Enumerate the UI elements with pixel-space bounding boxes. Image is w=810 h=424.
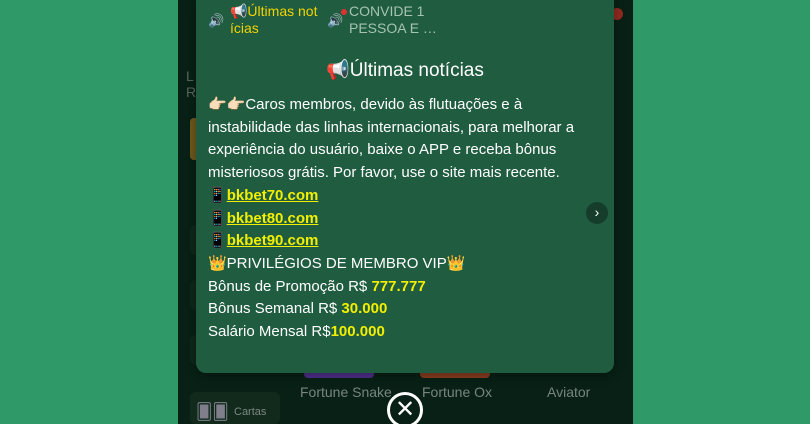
news-modal: 🔊 📢Últimas not ícias 🔊 CONVIDE 1 PESSOA … [196, 0, 614, 373]
news-intro: 👉🏻👉🏻Caros membros, devido às flutuações … [208, 96, 575, 182]
link-bkbet80[interactable]: bkbet80.com [227, 210, 319, 227]
bonus-value: 777.777 [371, 277, 426, 295]
news-body: 👉🏻👉🏻Caros membros, devido às flutuações … [208, 94, 602, 344]
next-arrow-button[interactable]: › [586, 202, 608, 224]
bonus-label: Bônus Semanal R$ [208, 300, 342, 318]
bonus-label: Salário Mensal R$ [208, 323, 331, 341]
link-row: 📱bkbet80.com [208, 208, 602, 231]
speaker-icon: 🔊 [208, 13, 225, 28]
tab-label: CONVIDE 1 PESSOA E … [349, 3, 437, 37]
tab-label-line1: 📢Últimas not [230, 3, 318, 19]
link-bkbet90[interactable]: bkbet90.com [227, 232, 319, 249]
vip-heading: 👑PRIVILÉGIOS DE MEMBRO VIP👑 [208, 254, 466, 272]
tab-label: 📢Últimas not ícias [230, 3, 317, 37]
modal-tabs: 🔊 📢Últimas not ícias 🔊 CONVIDE 1 PESSOA … [196, 0, 614, 44]
close-button[interactable]: ✕ [387, 392, 423, 424]
bonus-value: 30.000 [341, 300, 388, 318]
bonus-value: 100.000 [330, 323, 385, 341]
bonus-label: Bônus de Promoção R$ [208, 277, 372, 295]
link-bkbet70[interactable]: bkbet70.com [227, 187, 319, 204]
link-row: 📱bkbet70.com [208, 185, 602, 208]
bonus-row: Salário Mensal R$100.000 [208, 321, 602, 344]
modal-title: 📢Últimas notícias [326, 60, 484, 81]
unread-dot [341, 9, 347, 15]
phone-icon: 📱 [208, 209, 227, 227]
bonus-row: Bônus de Promoção R$ 777.777 [208, 276, 602, 299]
phone-icon: 📱 [208, 186, 227, 204]
link-row: 📱bkbet90.com [208, 230, 602, 253]
bonus-row: Bônus Semanal R$ 30.000 [208, 298, 602, 321]
tab-label-line2: PESSOA E … [349, 20, 437, 36]
tab-label-line1: CONVIDE 1 [349, 3, 425, 19]
phone-icon: 📱 [208, 232, 227, 250]
tab-label-line2: ícias [230, 20, 259, 36]
speaker-icon: 🔊 [327, 13, 344, 28]
